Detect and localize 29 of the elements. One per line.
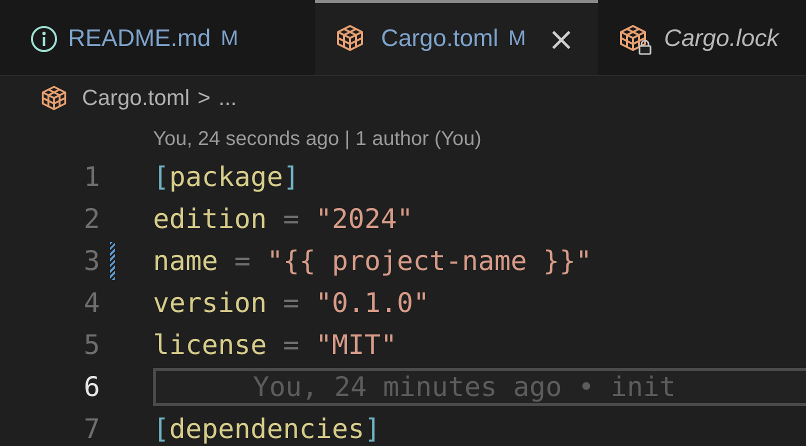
info-icon	[30, 25, 58, 53]
line-number: 6	[82, 372, 100, 402]
line-number: 4	[82, 288, 100, 318]
code-line: version = "0.1.0"	[153, 288, 430, 318]
code-line: edition = "2024"	[153, 204, 414, 234]
tab-label: Cargo.toml	[381, 25, 498, 53]
editor-tab[interactable]: Cargo.toml M ×	[315, 0, 598, 75]
modified-status-label: M	[508, 27, 526, 51]
breadcrumb-item[interactable]: Cargo.toml	[82, 85, 190, 111]
editor-tab[interactable]: Cargo.lock	[598, 0, 806, 75]
code-line: name = "{{ project-name }}"	[153, 246, 592, 276]
tab-label: README.md	[68, 25, 211, 53]
tab-label: Cargo.lock	[664, 25, 779, 53]
close-button[interactable]: ×	[544, 23, 579, 55]
breadcrumb-item[interactable]: ...	[218, 85, 237, 111]
modified-status-label: M	[220, 27, 238, 51]
code-line: [package]	[153, 162, 300, 192]
line-number: 2	[82, 204, 100, 234]
code-line: license = "MIT"	[153, 330, 397, 360]
breadcrumb-separator: >	[198, 85, 210, 111]
editor-tab[interactable]: README.md M	[0, 0, 315, 75]
line-number: 7	[82, 414, 100, 444]
blame-annotation: You, 24 minutes ago • init	[253, 372, 676, 402]
line-number: 3	[82, 246, 100, 276]
package-icon	[40, 84, 68, 112]
line-number: 1	[82, 162, 100, 192]
line-number: 5	[82, 330, 100, 360]
codelens-text[interactable]: You, 24 seconds ago | 1 author (You)	[153, 128, 482, 150]
code-line: [dependencies]	[153, 414, 381, 444]
